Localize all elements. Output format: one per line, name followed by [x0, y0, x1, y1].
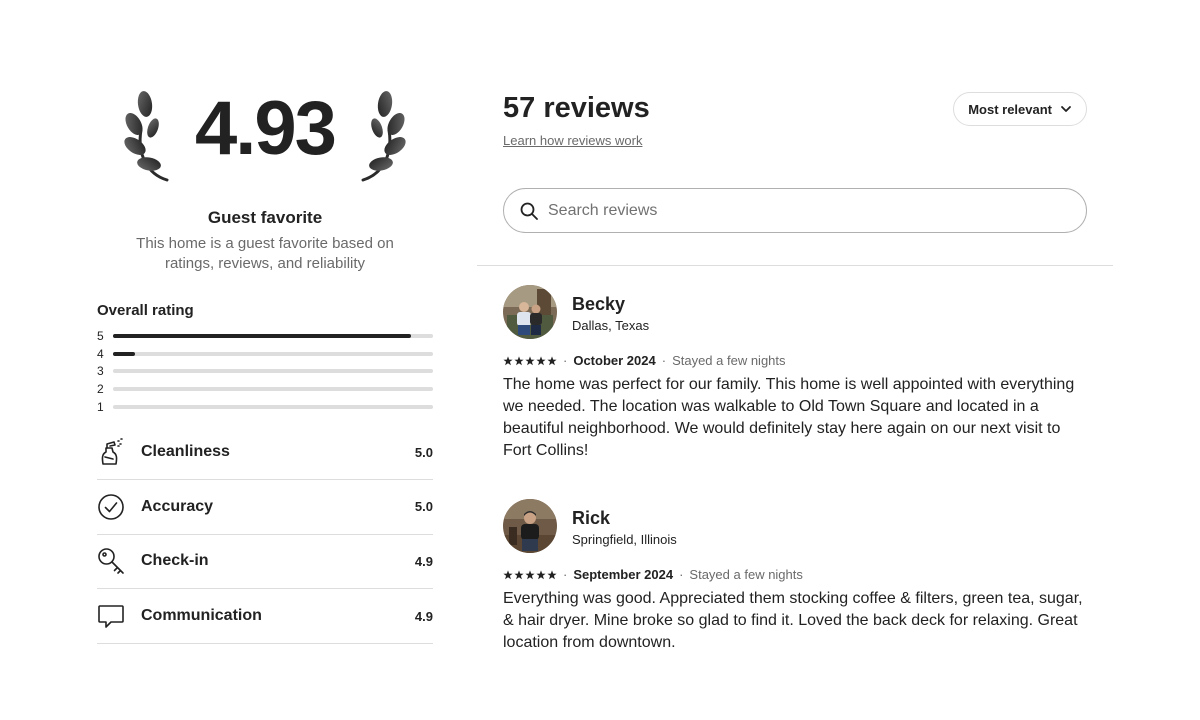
avatar[interactable] [503, 285, 557, 339]
review-meta: · October 2024 · Stayed a few nights [503, 353, 1087, 368]
sort-label: Most relevant [968, 101, 1052, 117]
star-icon [536, 569, 546, 579]
star-icon [547, 355, 557, 365]
reviewer-location: Springfield, Illinois [572, 531, 677, 547]
reviews-count-title: 57 reviews [503, 92, 650, 124]
review-text: The home was perfect for our family. Thi… [503, 376, 1075, 459]
search-reviews-field[interactable] [503, 188, 1087, 233]
star-icon [525, 569, 535, 579]
reviewer-name: Becky [572, 293, 626, 314]
review-author: Rick Springfield, Illinois [503, 499, 1087, 553]
star-icon [503, 355, 513, 365]
reviews-panel: 57 reviews Learn how reviews work Most r… [503, 84, 1087, 233]
star-icon [536, 355, 546, 365]
rating-summary-panel: 4.93 Guest favorite This home is a guest… [97, 84, 433, 644]
histogram-row: 1 [97, 398, 433, 416]
histogram-track [113, 404, 433, 409]
star-icon [503, 569, 513, 579]
check-circle-icon [97, 493, 125, 521]
histogram-bar [113, 333, 411, 338]
stay-duration: Stayed a few nights [672, 353, 786, 368]
reviews-divider [477, 265, 1113, 266]
star-rating [503, 569, 557, 580]
histogram-row: 2 [97, 380, 433, 398]
review-author: Becky Dallas, Texas [503, 285, 1087, 339]
category-check-in: Check-in 4.9 [97, 535, 433, 590]
rating-histogram: 5 4 3 2 1 [97, 327, 433, 415]
histogram-star-label: 4 [97, 346, 104, 361]
category-value: 5.0 [414, 444, 433, 460]
category-label: Check-in [141, 552, 209, 570]
category-label: Communication [141, 607, 262, 625]
category-ratings: Cleanliness 5.0 Accuracy 5.0 Check-in 4.… [97, 425, 433, 644]
sort-dropdown-button[interactable]: Most relevant [953, 92, 1087, 126]
review-text: Everything was good. Appreciated them st… [503, 590, 1083, 651]
category-value: 5.0 [414, 499, 433, 515]
star-icon [547, 569, 557, 579]
histogram-star-label: 5 [97, 328, 104, 343]
laurel-right-icon [361, 91, 406, 182]
search-icon [520, 202, 538, 220]
search-reviews-input[interactable] [548, 201, 1070, 220]
separator-dot: · [563, 353, 568, 368]
histogram-track [113, 386, 433, 391]
guest-favorite-description: This home is a guest favorite based on r… [136, 235, 394, 272]
reviewer-name: Rick [572, 507, 611, 528]
separator-dot: · [563, 567, 568, 582]
histogram-star-label: 3 [97, 364, 104, 379]
stay-duration: Stayed a few nights [689, 567, 803, 582]
overall-rating-label: Overall rating [97, 302, 194, 319]
chat-bubble-icon [97, 602, 125, 630]
avatar[interactable] [503, 499, 557, 553]
histogram-row: 4 [97, 345, 433, 363]
guest-favorite-title: Guest favorite [207, 208, 323, 227]
star-rating [503, 355, 557, 366]
review-item: Rick Springfield, Illinois · September 2… [503, 499, 1087, 654]
star-icon [514, 569, 524, 579]
key-icon [97, 547, 125, 575]
histogram-track [113, 369, 433, 374]
separator-dot: · [661, 353, 667, 368]
histogram-row: 5 [97, 327, 433, 345]
histogram-track [113, 351, 433, 356]
spray-bottle-icon [97, 438, 125, 466]
learn-how-reviews-work-link[interactable]: Learn how reviews work [503, 133, 642, 148]
category-communication: Communication 4.9 [97, 589, 433, 644]
reviewer-location: Dallas, Texas [572, 317, 650, 333]
histogram-star-label: 2 [97, 381, 104, 396]
reviews-header: 57 reviews Learn how reviews work Most r… [503, 84, 1087, 150]
separator-dot: · [679, 567, 684, 582]
category-cleanliness: Cleanliness 5.0 [97, 425, 433, 481]
review-date: September 2024 [573, 567, 674, 582]
category-value: 4.9 [414, 553, 433, 569]
category-label: Cleanliness [141, 443, 230, 461]
histogram-row: 3 [97, 362, 433, 380]
star-icon [525, 355, 535, 365]
chevron-down-icon [1061, 106, 1071, 112]
review-date: October 2024 [573, 353, 656, 368]
category-value: 4.9 [414, 608, 433, 624]
star-icon [514, 355, 524, 365]
histogram-bar [113, 351, 136, 356]
review-item: Becky Dallas, Texas · October 2024 · Sta… [503, 285, 1087, 462]
histogram-star-label: 1 [97, 399, 104, 414]
category-accuracy: Accuracy 5.0 [97, 480, 433, 535]
rating-hero: 4.93 [97, 84, 433, 188]
histogram-track [113, 333, 433, 338]
review-meta: · September 2024 · Stayed a few nights [503, 567, 1087, 582]
category-label: Accuracy [141, 497, 214, 515]
